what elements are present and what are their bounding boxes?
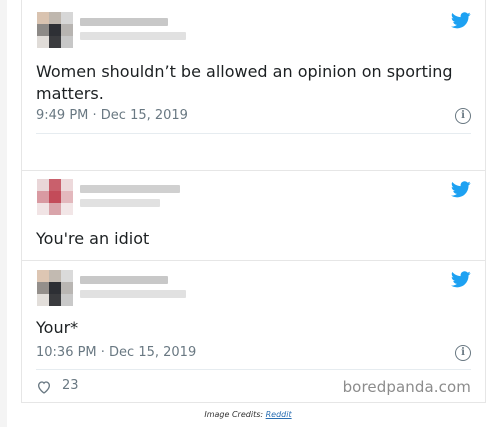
image-credits: Image Credits: Reddit <box>0 410 496 419</box>
tweet-text: Women shouldn’t be allowed an opinion on… <box>36 62 453 103</box>
blurred-handle <box>80 199 160 207</box>
divider <box>36 369 471 370</box>
left-margin-strip <box>0 0 7 427</box>
blurred-display-name <box>80 185 180 193</box>
info-icon[interactable]: i <box>455 108 471 124</box>
credits-prefix: Image Credits: <box>204 410 266 419</box>
tweet-card-1[interactable]: Women shouldn’t be allowed an opinion on… <box>21 0 486 172</box>
blurred-display-name <box>80 276 168 284</box>
tweet-text: You're an idiot <box>36 229 150 248</box>
watermark: boredpanda.com <box>342 378 471 396</box>
avatar[interactable] <box>37 12 73 48</box>
credits-link[interactable]: Reddit <box>266 410 292 419</box>
info-icon[interactable]: i <box>455 345 471 361</box>
tweet-timestamp[interactable]: 9:49 PM · Dec 15, 2019 <box>36 108 188 123</box>
blurred-handle <box>80 290 186 298</box>
tweet-text: Your* <box>36 318 79 337</box>
heart-icon[interactable] <box>36 379 52 395</box>
avatar[interactable] <box>37 179 73 215</box>
blurred-handle <box>80 32 186 40</box>
like-count: 23 <box>62 378 79 393</box>
twitter-bird-icon[interactable] <box>451 181 471 198</box>
tweet-timestamp[interactable]: 10:36 PM · Dec 15, 2019 <box>36 345 196 360</box>
twitter-bird-icon[interactable] <box>451 12 471 29</box>
tweet-card-3[interactable]: Your* 10:36 PM · Dec 15, 2019 i 23 bored… <box>21 260 486 403</box>
tweet-card-2[interactable]: You're an idiot <box>21 170 486 262</box>
blurred-display-name <box>80 18 168 26</box>
twitter-bird-icon[interactable] <box>451 271 471 288</box>
divider <box>36 133 471 134</box>
avatar[interactable] <box>37 270 73 306</box>
